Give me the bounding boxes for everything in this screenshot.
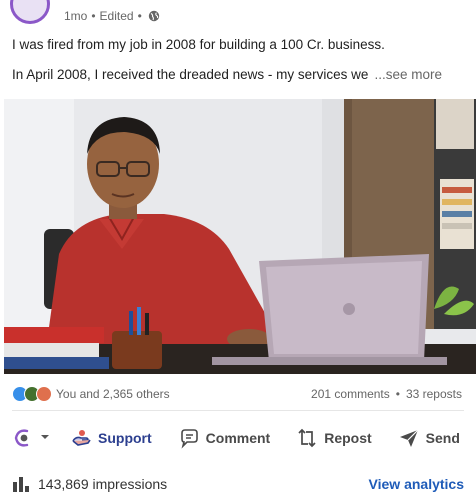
post-image[interactable] <box>4 99 476 374</box>
post-text-line: I was fired from my job in 2008 for buil… <box>12 37 385 52</box>
meta-separator: • <box>137 9 142 23</box>
author-avatar[interactable] <box>10 0 50 24</box>
post-text-line: In April 2008, I received the dreaded ne… <box>12 66 466 84</box>
action-bar: Support Comment Repost Send <box>12 420 464 456</box>
repost-icon <box>296 427 318 449</box>
count-separator: • <box>395 387 400 401</box>
edited-label: Edited <box>99 9 134 23</box>
bar-chart-icon <box>12 474 32 495</box>
repost-label: Repost <box>324 430 372 446</box>
post-photo-illustration <box>4 99 476 374</box>
see-more-link[interactable]: ...see more <box>374 67 442 82</box>
impressions-summary: 143,869 impressions <box>12 474 167 495</box>
globe-icon <box>148 10 160 22</box>
comments-count[interactable]: 201 comments <box>311 387 390 401</box>
love-reaction-icon <box>36 386 52 402</box>
divider <box>12 410 464 411</box>
comment-label: Comment <box>205 430 271 446</box>
impressions-count: 143,869 impressions <box>38 476 168 492</box>
engagement-counts: 201 comments • 33 reposts <box>311 387 462 401</box>
feed-post-card: 1mo • Edited • I was fired from my job i… <box>0 0 476 500</box>
identity-switcher[interactable] <box>12 427 50 449</box>
impressions-row: 143,869 impressions View analytics <box>12 472 464 496</box>
comment-icon <box>178 427 200 449</box>
view-analytics-link[interactable]: View analytics <box>369 476 464 492</box>
send-icon <box>398 427 420 449</box>
support-label: Support <box>98 430 152 446</box>
post-meta: 1mo • Edited • <box>64 8 160 24</box>
repost-button[interactable]: Repost <box>296 427 372 449</box>
support-button[interactable]: Support <box>70 427 152 449</box>
reposts-count[interactable]: 33 reposts <box>406 387 462 401</box>
reactions-summary[interactable]: You and 2,365 others <box>12 386 170 402</box>
send-button[interactable]: Send <box>398 427 460 449</box>
profile-switch-icon <box>12 427 34 449</box>
send-label: Send <box>425 430 460 446</box>
post-body: I was fired from my job in 2008 for buil… <box>12 36 466 84</box>
post-time: 1mo <box>64 9 88 23</box>
support-hand-icon <box>70 427 92 449</box>
social-counts: You and 2,365 others 201 comments • 33 r… <box>12 383 462 405</box>
reaction-icons <box>12 386 52 402</box>
meta-separator: • <box>91 9 96 23</box>
post-text-preview: In April 2008, I received the dreaded ne… <box>12 67 369 82</box>
comment-button[interactable]: Comment <box>178 427 271 449</box>
reactions-count: You and 2,365 others <box>56 387 170 401</box>
post-header: 1mo • Edited • <box>0 0 476 30</box>
chevron-down-icon <box>40 429 50 447</box>
